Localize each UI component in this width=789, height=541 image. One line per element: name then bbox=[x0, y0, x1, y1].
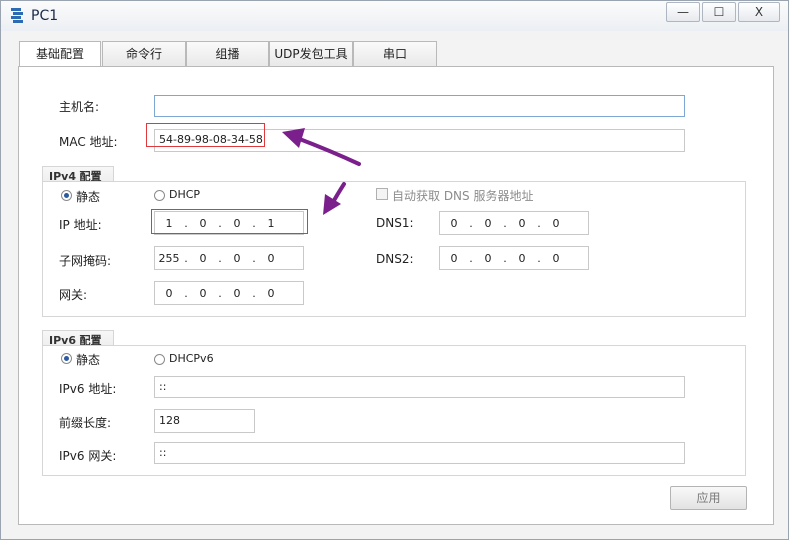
dns1-field[interactable]: 0. 0. 0. 0 bbox=[439, 211, 589, 235]
tab-udp-tool[interactable]: UDP发包工具 bbox=[269, 41, 353, 67]
dns2-label: DNS2: bbox=[376, 252, 414, 266]
mac-label: MAC 地址: bbox=[59, 135, 118, 149]
ipv6-gateway-label: IPv6 网关: bbox=[59, 449, 117, 463]
ipv6-gateway-field[interactable]: :: bbox=[154, 442, 685, 464]
ipv4-dhcp-label: DHCP bbox=[169, 188, 201, 201]
ipv4-static-label: 静态 bbox=[76, 190, 101, 204]
dns1-octet-1: 0 bbox=[450, 216, 458, 230]
ip-highlight-box bbox=[151, 209, 308, 234]
mask-octet-4: 0 bbox=[267, 251, 275, 265]
dns1-octet-2: 0 bbox=[484, 216, 492, 230]
ipv6-dhcpv6-radio[interactable] bbox=[154, 354, 165, 365]
gateway-octet-4: 0 bbox=[267, 286, 275, 300]
ipv6-static-radio[interactable] bbox=[61, 353, 72, 364]
dns2-octet-1: 0 bbox=[450, 251, 458, 265]
prefix-length-label: 前缀长度: bbox=[59, 416, 112, 430]
mask-octet-3: 0 bbox=[233, 251, 241, 265]
ip-address-label: IP 地址: bbox=[59, 218, 102, 232]
ipv6-address-label: IPv6 地址: bbox=[59, 382, 117, 396]
tab-serial[interactable]: 串口 bbox=[353, 41, 437, 67]
gateway-octet-1: 0 bbox=[165, 286, 173, 300]
dns2-octet-2: 0 bbox=[484, 251, 492, 265]
pc1-config-window: PC1 — ☐ X 基础配置 命令行 组播 UDP发包工具 串口 主机名: MA… bbox=[0, 0, 789, 540]
gateway-octet-2: 0 bbox=[199, 286, 207, 300]
tab-multicast[interactable]: 组播 bbox=[186, 41, 269, 67]
auto-dns-checkbox[interactable] bbox=[376, 188, 388, 200]
minimize-button[interactable]: — bbox=[666, 2, 700, 22]
ipv4-static-radio[interactable] bbox=[61, 190, 72, 201]
dns2-octet-3: 0 bbox=[518, 251, 526, 265]
ipv6-address-field[interactable]: :: bbox=[154, 376, 685, 398]
dns1-octet-4: 0 bbox=[552, 216, 560, 230]
dns2-field[interactable]: 0. 0. 0. 0 bbox=[439, 246, 589, 270]
mask-octet-2: 0 bbox=[199, 251, 207, 265]
ipv6-dhcpv6-label: DHCPv6 bbox=[169, 352, 214, 365]
ipv6-static-label: 静态 bbox=[76, 353, 101, 367]
subnet-mask-label: 子网掩码: bbox=[59, 254, 112, 268]
auto-dns-label: 自动获取 DNS 服务器地址 bbox=[392, 189, 534, 203]
window-title: PC1 bbox=[31, 8, 59, 24]
prefix-length-field[interactable]: 128 bbox=[154, 409, 255, 433]
ipv4-dhcp-radio[interactable] bbox=[154, 190, 165, 201]
tab-basic-config[interactable]: 基础配置 bbox=[19, 41, 101, 68]
mask-octet-1: 255 bbox=[158, 251, 180, 265]
apply-button[interactable]: 应用 bbox=[670, 486, 747, 510]
mac-highlight-box bbox=[146, 123, 265, 147]
close-button[interactable]: X bbox=[738, 2, 780, 22]
dns1-octet-3: 0 bbox=[518, 216, 526, 230]
ensp-app-icon bbox=[11, 8, 23, 23]
dns2-octet-4: 0 bbox=[552, 251, 560, 265]
gateway-field[interactable]: 0. 0. 0. 0 bbox=[154, 281, 304, 305]
subnet-mask-field[interactable]: 255. 0. 0. 0 bbox=[154, 246, 304, 270]
tab-command-line[interactable]: 命令行 bbox=[102, 41, 186, 67]
title-bar[interactable]: PC1 — ☐ X bbox=[1, 1, 788, 31]
maximize-button[interactable]: ☐ bbox=[702, 2, 736, 22]
dns1-label: DNS1: bbox=[376, 216, 414, 230]
gateway-label: 网关: bbox=[59, 288, 88, 302]
hostname-input[interactable] bbox=[154, 95, 685, 117]
hostname-label: 主机名: bbox=[59, 100, 100, 114]
gateway-octet-3: 0 bbox=[233, 286, 241, 300]
